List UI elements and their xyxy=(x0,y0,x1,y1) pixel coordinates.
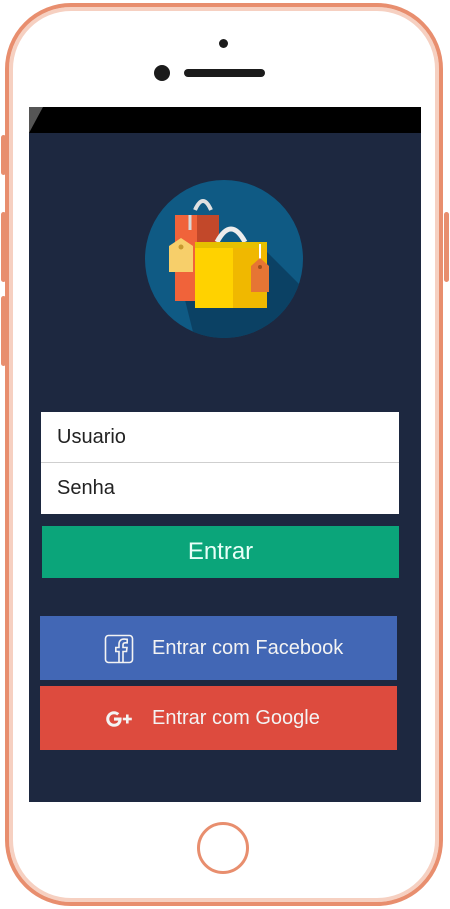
facebook-login-label: Entrar com Facebook xyxy=(152,637,344,659)
power-button xyxy=(444,212,449,282)
front-camera xyxy=(154,65,170,81)
google-login-label: Entrar com Google xyxy=(152,707,320,729)
shopping-bags-icon xyxy=(145,180,303,338)
login-button[interactable]: Entrar xyxy=(42,526,399,578)
status-bar xyxy=(29,107,421,133)
login-form: Usuario Senha xyxy=(41,412,399,514)
volume-up-button xyxy=(1,212,6,282)
sensor-dot xyxy=(219,39,228,48)
device-mockup: Usuario Senha Entrar Entrar com Facebook… xyxy=(0,0,450,909)
volume-down-button xyxy=(1,296,6,366)
status-bar-corner xyxy=(29,107,43,133)
home-button[interactable] xyxy=(197,822,249,874)
google-login-button[interactable]: Entrar com Google xyxy=(40,686,397,750)
google-plus-icon xyxy=(106,711,132,727)
mute-switch xyxy=(1,135,6,175)
password-field[interactable]: Senha xyxy=(41,463,399,513)
username-field[interactable]: Usuario xyxy=(41,412,399,462)
facebook-icon xyxy=(104,634,134,664)
facebook-login-button[interactable]: Entrar com Facebook xyxy=(40,616,397,680)
app-screen: Usuario Senha Entrar Entrar com Facebook… xyxy=(29,107,421,802)
earpiece-speaker xyxy=(184,69,265,77)
